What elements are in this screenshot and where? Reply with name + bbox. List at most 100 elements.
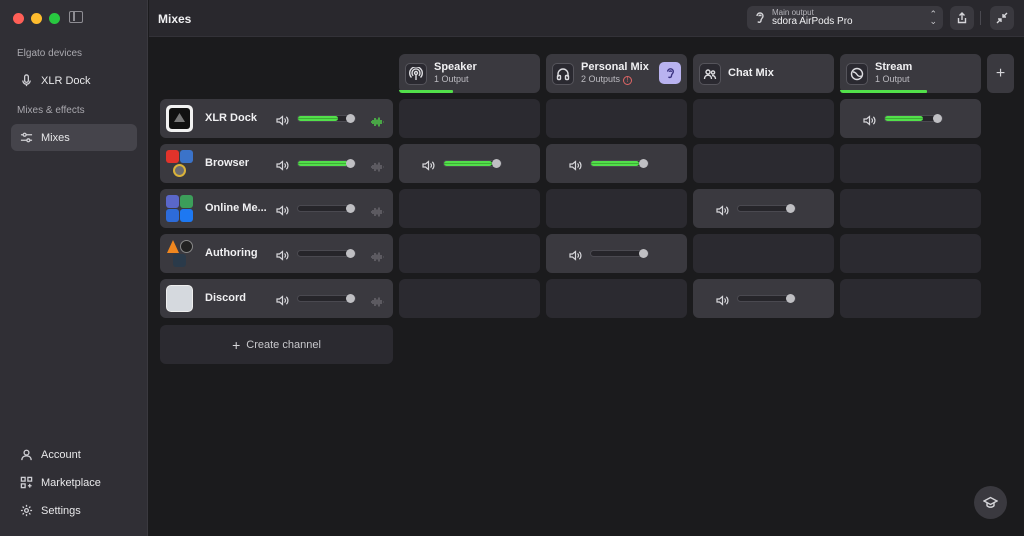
monitor-button[interactable]: [659, 62, 681, 84]
waveform-icon[interactable]: [370, 294, 384, 312]
volume-slider[interactable]: [297, 114, 356, 123]
volume-knob[interactable]: [346, 249, 355, 258]
mix-outputs: 2 Outputs!: [581, 74, 633, 85]
volume-icon[interactable]: [276, 293, 289, 306]
mix-outputs: 1 Output: [434, 74, 469, 84]
zoom-icon: [166, 209, 179, 222]
volume-slider[interactable]: [443, 159, 502, 168]
close-window-button[interactable]: [13, 13, 24, 24]
volume-icon[interactable]: [716, 293, 729, 306]
volume-knob[interactable]: [346, 114, 355, 123]
graduation-cap-icon: [983, 495, 998, 510]
mix-cell-routed[interactable]: [546, 234, 687, 273]
sidebar-item-mixes[interactable]: Mixes: [11, 124, 137, 151]
volume-icon[interactable]: [716, 203, 729, 216]
volume-knob[interactable]: [346, 159, 355, 168]
volume-knob[interactable]: [346, 204, 355, 213]
podcast-icon: [405, 63, 427, 85]
channel-row-browser[interactable]: Browser: [160, 144, 393, 183]
mix-cell-routed[interactable]: [399, 144, 540, 183]
mix-cell-empty[interactable]: [546, 99, 687, 138]
collapse-button[interactable]: [990, 6, 1014, 30]
volume-knob[interactable]: [639, 159, 648, 168]
mix-cell-routed[interactable]: [693, 279, 834, 318]
mix-cell-empty[interactable]: [840, 279, 981, 318]
mix-header-personal-mix[interactable]: Personal Mix 2 Outputs!: [546, 54, 687, 93]
volume-knob[interactable]: [786, 204, 795, 213]
volume-slider[interactable]: [297, 159, 356, 168]
volume-icon[interactable]: [276, 113, 289, 126]
volume-slider[interactable]: [297, 249, 356, 258]
mix-cell-routed[interactable]: [546, 144, 687, 183]
info-icon[interactable]: !: [623, 76, 633, 85]
ear-icon: [664, 67, 677, 80]
mix-cell-empty[interactable]: [840, 189, 981, 228]
volume-knob[interactable]: [346, 294, 355, 303]
volume-slider[interactable]: [737, 294, 796, 303]
sliders-icon: [19, 131, 33, 145]
volume-knob[interactable]: [933, 114, 942, 123]
zoom-window-button[interactable]: [49, 13, 60, 24]
volume-icon[interactable]: [569, 248, 582, 261]
volume-icon[interactable]: [863, 113, 876, 126]
mix-cell-empty[interactable]: [399, 99, 540, 138]
mix-cell-empty[interactable]: [693, 234, 834, 273]
minimize-window-button[interactable]: [31, 13, 42, 24]
volume-fill: [298, 161, 349, 166]
volume-slider[interactable]: [884, 114, 943, 123]
mix-header-stream[interactable]: Stream 1 Output: [840, 54, 981, 93]
sidebar-item-xlr-dock[interactable]: XLR Dock: [11, 67, 137, 94]
waveform-icon[interactable]: [370, 249, 384, 267]
mix-cell-empty[interactable]: [840, 144, 981, 183]
sidebar: Elgato devices XLR Dock Mixes & effects …: [0, 0, 148, 536]
volume-slider[interactable]: [297, 294, 356, 303]
volume-knob[interactable]: [786, 294, 795, 303]
sidebar-item-account[interactable]: Account: [11, 441, 137, 468]
mix-cell-empty[interactable]: [840, 234, 981, 273]
volume-slider[interactable]: [590, 249, 649, 258]
sidebar-item-settings[interactable]: Settings: [11, 497, 137, 524]
add-mix-button[interactable]: +: [987, 54, 1014, 93]
mix-cell-empty[interactable]: [399, 189, 540, 228]
waveform-icon[interactable]: [370, 204, 384, 222]
channel-row-discord[interactable]: Discord: [160, 279, 393, 318]
volume-icon[interactable]: [569, 158, 582, 171]
volume-slider[interactable]: [590, 159, 649, 168]
sidebar-toggle-icon[interactable]: [69, 11, 83, 23]
sidebar-item-marketplace[interactable]: Marketplace: [11, 469, 137, 496]
tutorial-button[interactable]: [974, 486, 1007, 519]
editor-icon: [173, 254, 186, 267]
mix-cell-empty[interactable]: [546, 189, 687, 228]
mix-header-chat-mix[interactable]: Chat Mix: [693, 54, 834, 93]
volume-icon[interactable]: [276, 158, 289, 171]
mix-name: Personal Mix: [581, 61, 649, 73]
discord-app-icon: [166, 285, 193, 312]
sidebar-item-label: Account: [41, 448, 81, 461]
create-channel-button[interactable]: + Create channel: [160, 325, 393, 364]
channel-row-xlr-dock[interactable]: XLR Dock: [160, 99, 393, 138]
mix-cell-routed[interactable]: [693, 189, 834, 228]
volume-icon[interactable]: [276, 203, 289, 216]
volume-slider[interactable]: [297, 204, 356, 213]
channel-row-online-meetings[interactable]: Online Me...: [160, 189, 393, 228]
mix-cell-routed[interactable]: [840, 99, 981, 138]
mix-cell-empty[interactable]: [693, 99, 834, 138]
channel-row-authoring[interactable]: Authoring: [160, 234, 393, 273]
mix-cell-empty[interactable]: [546, 279, 687, 318]
volume-fill: [885, 116, 924, 121]
mix-cell-empty[interactable]: [693, 144, 834, 183]
waveform-icon[interactable]: [370, 114, 384, 132]
volume-knob[interactable]: [492, 159, 501, 168]
share-button[interactable]: [950, 6, 974, 30]
mix-cell-empty[interactable]: [399, 234, 540, 273]
main-output-select[interactable]: Main output sdora AirPods Pro ⌃ ⌄: [747, 6, 943, 30]
meeting-app-icons: [166, 195, 193, 222]
mix-cell-empty[interactable]: [399, 279, 540, 318]
topbar: Mixes Main output sdora AirPods Pro ⌃ ⌄: [149, 0, 1024, 37]
volume-icon[interactable]: [276, 248, 289, 261]
volume-icon[interactable]: [422, 158, 435, 171]
waveform-icon[interactable]: [370, 159, 384, 177]
volume-slider[interactable]: [737, 204, 796, 213]
mix-header-speaker[interactable]: Speaker 1 Output: [399, 54, 540, 93]
volume-knob[interactable]: [639, 249, 648, 258]
